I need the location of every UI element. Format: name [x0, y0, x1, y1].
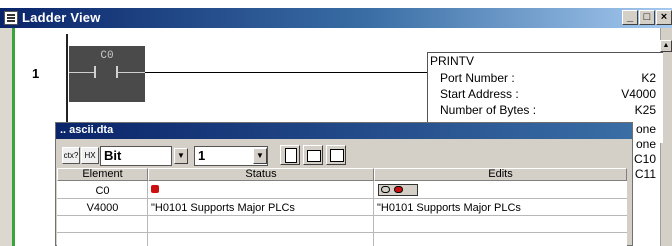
rung-selection-bar — [12, 28, 15, 246]
param-label: Number of Bytes : — [440, 103, 537, 117]
scroll-up-arrow-icon[interactable]: ▲ — [660, 40, 672, 52]
format-select[interactable]: Bit — [100, 146, 172, 166]
table-cell-edits[interactable]: "H0101 Supports Major PLCs — [377, 202, 521, 214]
column-divider — [373, 181, 374, 246]
format-dropdown-icon[interactable]: ▼ — [174, 148, 188, 164]
param-value-partial: C11 — [634, 167, 656, 181]
param-label: Port Number : — [440, 71, 515, 85]
param-value-partial: C10 — [633, 152, 656, 166]
table-icon — [307, 150, 321, 162]
grid-icon — [330, 149, 344, 162]
instruction-name: PRINTV — [430, 54, 475, 68]
contact-wire-left — [69, 72, 94, 73]
param-label: Start Address : — [440, 87, 519, 101]
table-cell-status[interactable]: "H0101 Supports Major PLCs — [151, 202, 295, 214]
table-cell-element[interactable]: V4000 — [57, 202, 148, 214]
toggle-on-icon[interactable] — [394, 186, 403, 193]
column-header-status[interactable]: Status — [148, 168, 374, 181]
contact-symbol-left — [94, 66, 96, 78]
rung-number: 1 — [32, 66, 40, 81]
count-dropdown-icon[interactable]: ▼ — [253, 148, 267, 164]
close-button[interactable]: × — [656, 10, 672, 25]
param-value-partial: one — [635, 137, 656, 151]
new-entry-button[interactable] — [280, 145, 300, 165]
column-header-edits[interactable]: Edits — [374, 168, 627, 181]
ladder-window-icon — [4, 11, 18, 25]
context-help-icon[interactable]: ctx? — [62, 147, 80, 164]
rung-wire — [145, 72, 427, 73]
param-value-partial: one — [635, 122, 656, 136]
toggle-off-icon[interactable] — [381, 186, 390, 193]
insert-row-button[interactable] — [303, 145, 323, 165]
contact-wire-right — [118, 72, 145, 73]
column-header-element[interactable]: Element — [57, 168, 148, 181]
window-title: Ladder View — [22, 10, 101, 25]
param-value: K25 — [634, 103, 656, 117]
row-divider — [57, 198, 627, 199]
param-value: K2 — [641, 71, 656, 85]
display-format-icon[interactable]: HX — [81, 147, 99, 164]
row-divider — [57, 232, 627, 233]
table-cell-element[interactable]: C0 — [57, 185, 148, 197]
maximize-button[interactable]: □ — [639, 10, 655, 25]
row-divider — [57, 215, 627, 216]
minimize-button[interactable]: _ — [622, 10, 638, 25]
param-value: V4000 — [621, 87, 656, 101]
page-icon — [285, 148, 297, 163]
status-on-icon — [151, 185, 159, 193]
rung-gutter — [0, 28, 12, 246]
grid-view-button[interactable] — [326, 145, 346, 165]
left-power-rail — [66, 34, 68, 134]
data-view-titlebar[interactable] — [56, 123, 632, 139]
data-view-title: .. ascii.dta — [60, 124, 114, 136]
contact-label: C0 — [100, 50, 114, 62]
